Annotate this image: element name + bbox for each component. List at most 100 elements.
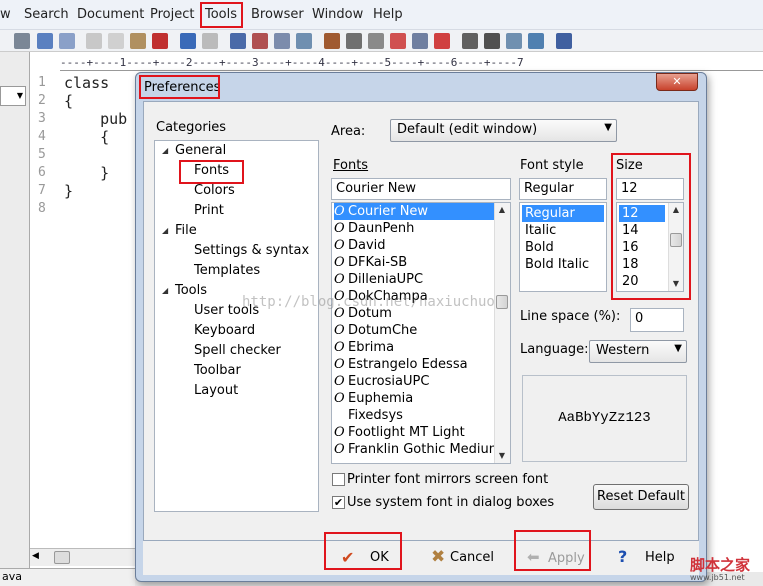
tree-tools[interactable]: Tools bbox=[175, 283, 207, 298]
tree-file[interactable]: File bbox=[175, 223, 197, 238]
scroll-thumb[interactable] bbox=[496, 295, 508, 309]
menu-window-partial[interactable]: w bbox=[0, 7, 11, 22]
panel-dropdown[interactable]: ▼ bbox=[0, 86, 26, 106]
tree-templates[interactable]: Templates bbox=[191, 263, 263, 278]
font-list[interactable]: O Courier New O DaunPenh O David O DFKai-SB … bbox=[331, 202, 511, 464]
print-icon[interactable] bbox=[14, 33, 30, 49]
font-item[interactable]: O DFKai-SB bbox=[334, 254, 407, 271]
delete-icon[interactable] bbox=[152, 33, 168, 49]
copy-icon[interactable] bbox=[108, 33, 124, 49]
menu-document[interactable]: Document bbox=[77, 7, 144, 22]
spellcheck-icon[interactable] bbox=[37, 33, 53, 49]
opentype-icon: O bbox=[334, 272, 345, 287]
redo-icon[interactable] bbox=[202, 33, 218, 49]
font-item[interactable]: O DaunPenh bbox=[334, 220, 414, 237]
style-item[interactable]: Bold Italic bbox=[522, 256, 592, 273]
find-files-icon[interactable] bbox=[274, 33, 290, 49]
line-space-input[interactable]: 0 bbox=[630, 308, 684, 332]
menu-search[interactable]: Search bbox=[24, 7, 69, 22]
help-question-icon: ? bbox=[618, 547, 628, 566]
font-item[interactable]: O Footlight MT Light bbox=[334, 424, 465, 441]
font-item[interactable]: O Euphemia bbox=[334, 390, 413, 407]
tree-keyboard[interactable]: Keyboard bbox=[191, 323, 258, 338]
font-item[interactable]: O David bbox=[334, 237, 386, 254]
check-icon[interactable] bbox=[434, 33, 450, 49]
font-style-list[interactable]: Regular Italic Bold Bold Italic bbox=[519, 202, 607, 292]
font-item[interactable]: O Ebrima bbox=[334, 339, 394, 356]
tree-print[interactable]: Print bbox=[191, 203, 227, 218]
font-item[interactable]: O DotumChe bbox=[334, 322, 417, 339]
menu-project[interactable]: Project bbox=[150, 7, 194, 22]
tree-general[interactable]: General bbox=[175, 143, 226, 158]
tree-colors[interactable]: Colors bbox=[191, 183, 238, 198]
style-item[interactable]: Italic bbox=[522, 222, 559, 239]
word-wrap-icon[interactable] bbox=[368, 33, 384, 49]
goto-icon[interactable] bbox=[296, 33, 312, 49]
reset-default-button[interactable]: Reset Default bbox=[593, 484, 689, 510]
font-item[interactable]: O EucrosiaUPC bbox=[334, 373, 429, 390]
area-value: Default (edit window) bbox=[397, 122, 538, 137]
preview-icon[interactable] bbox=[59, 33, 75, 49]
font-item[interactable]: O Franklin Gothic Medium bbox=[334, 441, 501, 458]
help-icon[interactable] bbox=[556, 33, 572, 49]
code-line: } bbox=[64, 164, 110, 182]
site-watermark-url: www.jb51.net bbox=[690, 573, 745, 582]
style-item[interactable]: Regular bbox=[522, 205, 604, 222]
find-icon[interactable] bbox=[230, 33, 246, 49]
paste-icon[interactable] bbox=[130, 33, 146, 49]
line-number: 8 bbox=[38, 201, 46, 216]
site-watermark-name: 脚本之家 bbox=[690, 556, 751, 574]
font-item[interactable]: Fixedsys bbox=[334, 407, 403, 424]
font-style-label: Font style bbox=[520, 158, 584, 173]
opentype-icon: O bbox=[334, 357, 345, 372]
font-item[interactable]: O DilleniaUPC bbox=[334, 271, 423, 288]
opentype-icon: O bbox=[334, 340, 345, 355]
font-item[interactable]: O Courier New bbox=[334, 203, 494, 220]
undo-icon[interactable] bbox=[180, 33, 196, 49]
style-item[interactable]: Bold bbox=[522, 239, 557, 256]
font-list-scrollbar[interactable]: ▲ ▼ bbox=[494, 203, 510, 463]
font-icon[interactable] bbox=[324, 33, 340, 49]
help-button[interactable]: Help bbox=[645, 550, 675, 565]
area-select[interactable]: Default (edit window) ▼ bbox=[390, 119, 617, 142]
left-side-panel: ▼ bbox=[0, 52, 30, 572]
collapse-icon[interactable]: ◢ bbox=[162, 226, 168, 235]
tree-spell-checker[interactable]: Spell checker bbox=[191, 343, 284, 358]
opentype-icon: O bbox=[334, 391, 345, 406]
collapse-icon[interactable]: ◢ bbox=[162, 146, 168, 155]
cancel-button[interactable]: Cancel bbox=[450, 550, 494, 565]
replace-icon[interactable] bbox=[252, 33, 268, 49]
font-style-input[interactable]: Regular bbox=[519, 178, 607, 200]
indent-icon[interactable] bbox=[390, 33, 406, 49]
menu-help[interactable]: Help bbox=[373, 7, 403, 22]
status-bar: ava bbox=[0, 568, 135, 586]
system-font-checkbox[interactable]: ✔ bbox=[332, 496, 345, 509]
tree-toolbar[interactable]: Toolbar bbox=[191, 363, 244, 378]
font-item[interactable]: O Estrangelo Edessa bbox=[334, 356, 468, 373]
scroll-left-icon[interactable]: ◀ bbox=[32, 551, 39, 561]
tree-layout[interactable]: Layout bbox=[191, 383, 241, 398]
scroll-thumb[interactable] bbox=[54, 551, 70, 564]
heading-icon[interactable] bbox=[346, 33, 362, 49]
cut-icon[interactable] bbox=[86, 33, 102, 49]
font-name-input[interactable]: Courier New bbox=[331, 178, 511, 200]
cancel-x-icon: ✖ bbox=[431, 547, 446, 567]
scroll-down-icon[interactable]: ▼ bbox=[495, 451, 509, 460]
scroll-up-icon[interactable]: ▲ bbox=[495, 205, 509, 214]
screen-icon[interactable] bbox=[528, 33, 544, 49]
highlight-ok-button bbox=[324, 532, 402, 570]
horizontal-scrollbar[interactable]: ◀ bbox=[30, 548, 135, 566]
tree-settings-syntax[interactable]: Settings & syntax bbox=[191, 243, 312, 258]
panel-icon[interactable] bbox=[484, 33, 500, 49]
abcd-icon[interactable] bbox=[412, 33, 428, 49]
collapse-icon[interactable]: ◢ bbox=[162, 286, 168, 295]
language-select[interactable]: Western ▼ bbox=[589, 340, 687, 363]
opentype-icon: O bbox=[334, 221, 345, 236]
printer-mirror-checkbox[interactable] bbox=[332, 473, 345, 486]
menu-window[interactable]: Window bbox=[312, 7, 363, 22]
close-icon[interactable]: ✕ bbox=[656, 73, 698, 91]
view-icon[interactable] bbox=[462, 33, 478, 49]
menu-browser[interactable]: Browser bbox=[251, 7, 304, 22]
menu-bar: w Search Document Project Tools Browser … bbox=[0, 0, 763, 30]
browser-icon[interactable] bbox=[506, 33, 522, 49]
